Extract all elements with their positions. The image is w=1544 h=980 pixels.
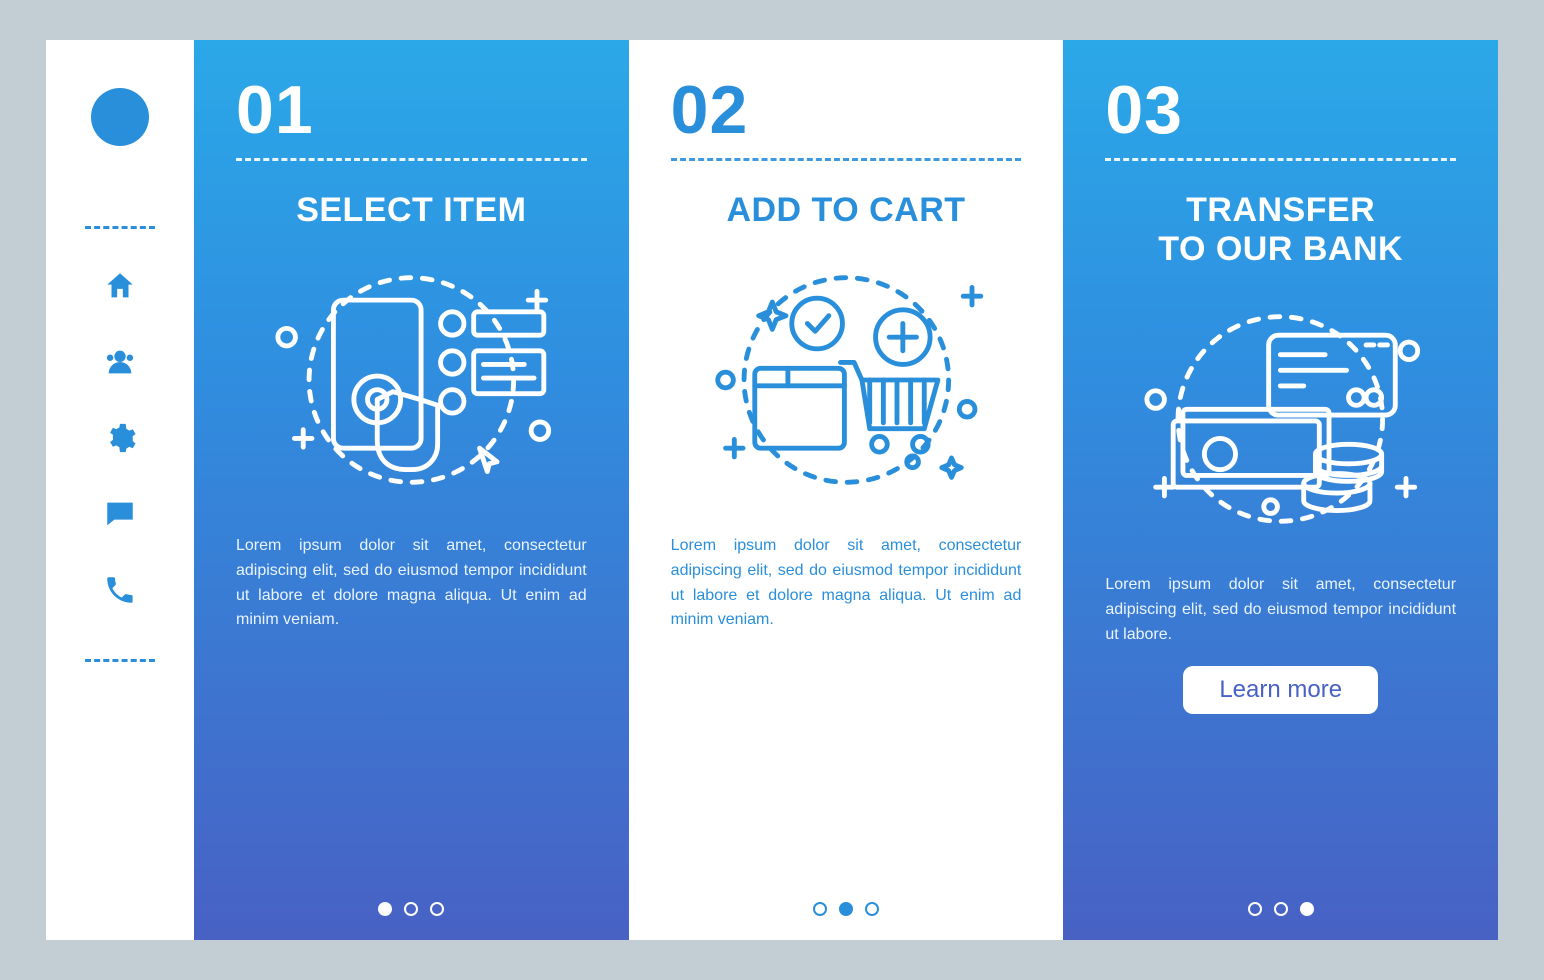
users-icon[interactable] [103, 345, 137, 379]
sidebar-divider-top [85, 226, 155, 229]
pager-dots[interactable] [629, 902, 1064, 916]
pager-dots[interactable] [194, 902, 629, 916]
pager-dot[interactable] [1274, 902, 1288, 916]
pager-dot[interactable] [839, 902, 853, 916]
step-title: SELECT ITEM [236, 191, 587, 230]
pager-dot[interactable] [430, 902, 444, 916]
step-body: Lorem ipsum dolor sit amet, consectetur … [671, 534, 1022, 633]
step-body: Lorem ipsum dolor sit amet, consectetur … [236, 534, 587, 633]
learn-more-button[interactable]: Learn more [1183, 666, 1378, 714]
step-body: Lorem ipsum dolor sit amet, consectetur … [1105, 573, 1456, 647]
pager-dots[interactable] [1063, 902, 1498, 916]
onboarding-frame: 01 SELECT ITEM [46, 40, 1498, 940]
add-to-cart-illustration [671, 250, 1022, 510]
pager-dot[interactable] [378, 902, 392, 916]
panel-divider [671, 158, 1022, 161]
gear-icon[interactable] [103, 421, 137, 455]
bank-transfer-illustration [1105, 289, 1456, 549]
step-number: 03 [1105, 76, 1456, 144]
phone-icon[interactable] [103, 573, 137, 607]
step-number: 01 [236, 76, 587, 144]
step-panel-1: 01 SELECT ITEM [194, 40, 629, 940]
select-item-illustration [236, 250, 587, 510]
pager-dot[interactable] [404, 902, 418, 916]
panel-divider [236, 158, 587, 161]
pager-dot[interactable] [813, 902, 827, 916]
pager-dot[interactable] [1300, 902, 1314, 916]
logo-dot [91, 88, 149, 146]
step-title: TRANSFER TO OUR BANK [1105, 191, 1456, 269]
step-number: 02 [671, 76, 1022, 144]
step-title: ADD TO CART [671, 191, 1022, 230]
home-icon[interactable] [103, 269, 137, 303]
pager-dot[interactable] [865, 902, 879, 916]
step-panel-3: 03 TRANSFER TO OUR BANK [1063, 40, 1498, 940]
pager-dot[interactable] [1248, 902, 1262, 916]
sidebar [46, 40, 194, 940]
panel-divider [1105, 158, 1456, 161]
chat-icon[interactable] [103, 497, 137, 531]
step-panel-2: 02 ADD TO CART [629, 40, 1064, 940]
panels: 01 SELECT ITEM [194, 40, 1498, 940]
sidebar-divider-bottom [85, 659, 155, 662]
